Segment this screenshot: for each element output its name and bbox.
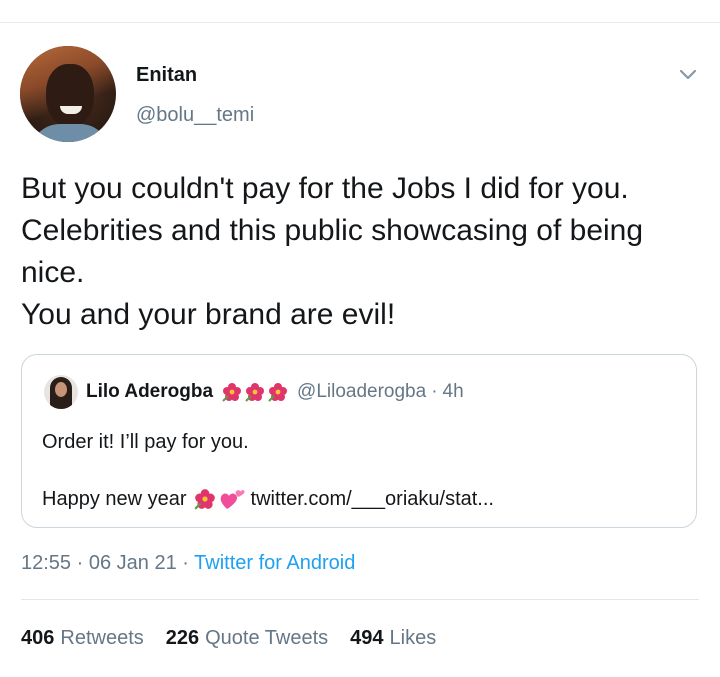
name-emoji-group bbox=[221, 381, 289, 403]
flower-icon bbox=[268, 383, 288, 402]
tweet-text-line: You and your brand are evil! bbox=[21, 298, 396, 331]
quote-tweets-count: 226 bbox=[165, 627, 200, 649]
flower-icon bbox=[222, 383, 242, 402]
top-divider bbox=[0, 22, 720, 23]
emoji-group bbox=[193, 487, 245, 511]
tweet-text-line: Celebrities and this public showcasing o… bbox=[21, 214, 644, 247]
tweet-time: 12:55 bbox=[21, 552, 72, 574]
tweet-text-line: nice. bbox=[21, 256, 85, 289]
likes-count: 494 bbox=[350, 627, 384, 649]
tweet-text: But you couldn't pay for the Jobs I did … bbox=[21, 168, 711, 336]
flower-icon bbox=[245, 383, 265, 402]
two-hearts-icon bbox=[220, 490, 245, 509]
chevron-down-icon[interactable] bbox=[676, 62, 700, 86]
tweet-meta: 12:55 · 06 Jan 21 · Twitter for Android bbox=[21, 552, 355, 575]
quoted-author-avatar bbox=[44, 375, 78, 409]
quoted-tweet-card[interactable]: Lilo Aderogba @Liloaderogba · 4h Order i… bbox=[21, 354, 697, 528]
retweets-label: Retweets bbox=[60, 627, 144, 649]
tweet-date: 06 Jan 21 bbox=[88, 552, 177, 574]
quoted-author-handle: @Liloaderogba bbox=[297, 381, 427, 402]
author-display-name[interactable]: Enitan bbox=[136, 64, 197, 87]
author-avatar[interactable] bbox=[20, 46, 116, 142]
separator-dot: · bbox=[76, 552, 84, 574]
quote-tweets-stat[interactable]: 226 Quote Tweets bbox=[166, 627, 328, 650]
engagement-stats: 406 Retweets 226 Quote Tweets 494 Likes bbox=[21, 627, 436, 650]
quoted-tweet-time: 4h bbox=[442, 381, 464, 402]
likes-label: Likes bbox=[389, 627, 437, 649]
quoted-tweet-header: Lilo Aderogba @Liloaderogba · 4h bbox=[86, 381, 464, 403]
author-handle[interactable]: @bolu__temi bbox=[136, 104, 254, 127]
tweet-text-line: But you couldn't pay for the Jobs I did … bbox=[21, 172, 629, 205]
retweets-stat[interactable]: 406 Retweets bbox=[21, 627, 144, 650]
retweets-count: 406 bbox=[21, 627, 55, 649]
quoted-tweet-text-line: Order it! I’ll pay for you. bbox=[42, 431, 249, 453]
quoted-tweet-link[interactable]: twitter.com/___oriaku/stat... bbox=[251, 488, 494, 511]
quoted-author-name: Lilo Aderogba bbox=[86, 381, 214, 402]
tweet-source-link[interactable]: Twitter for Android bbox=[194, 552, 355, 574]
separator-dot: · bbox=[431, 381, 438, 402]
divider bbox=[21, 599, 699, 600]
quoted-tweet-greeting: Happy new year bbox=[42, 487, 187, 510]
separator-dot: · bbox=[182, 552, 189, 574]
quote-tweets-label: Quote Tweets bbox=[205, 627, 329, 649]
quoted-tweet-text-line: Happy new year twitter.com/___oriaku/sta… bbox=[42, 487, 494, 511]
flower-icon bbox=[193, 489, 215, 510]
likes-stat[interactable]: 494 Likes bbox=[350, 627, 436, 650]
